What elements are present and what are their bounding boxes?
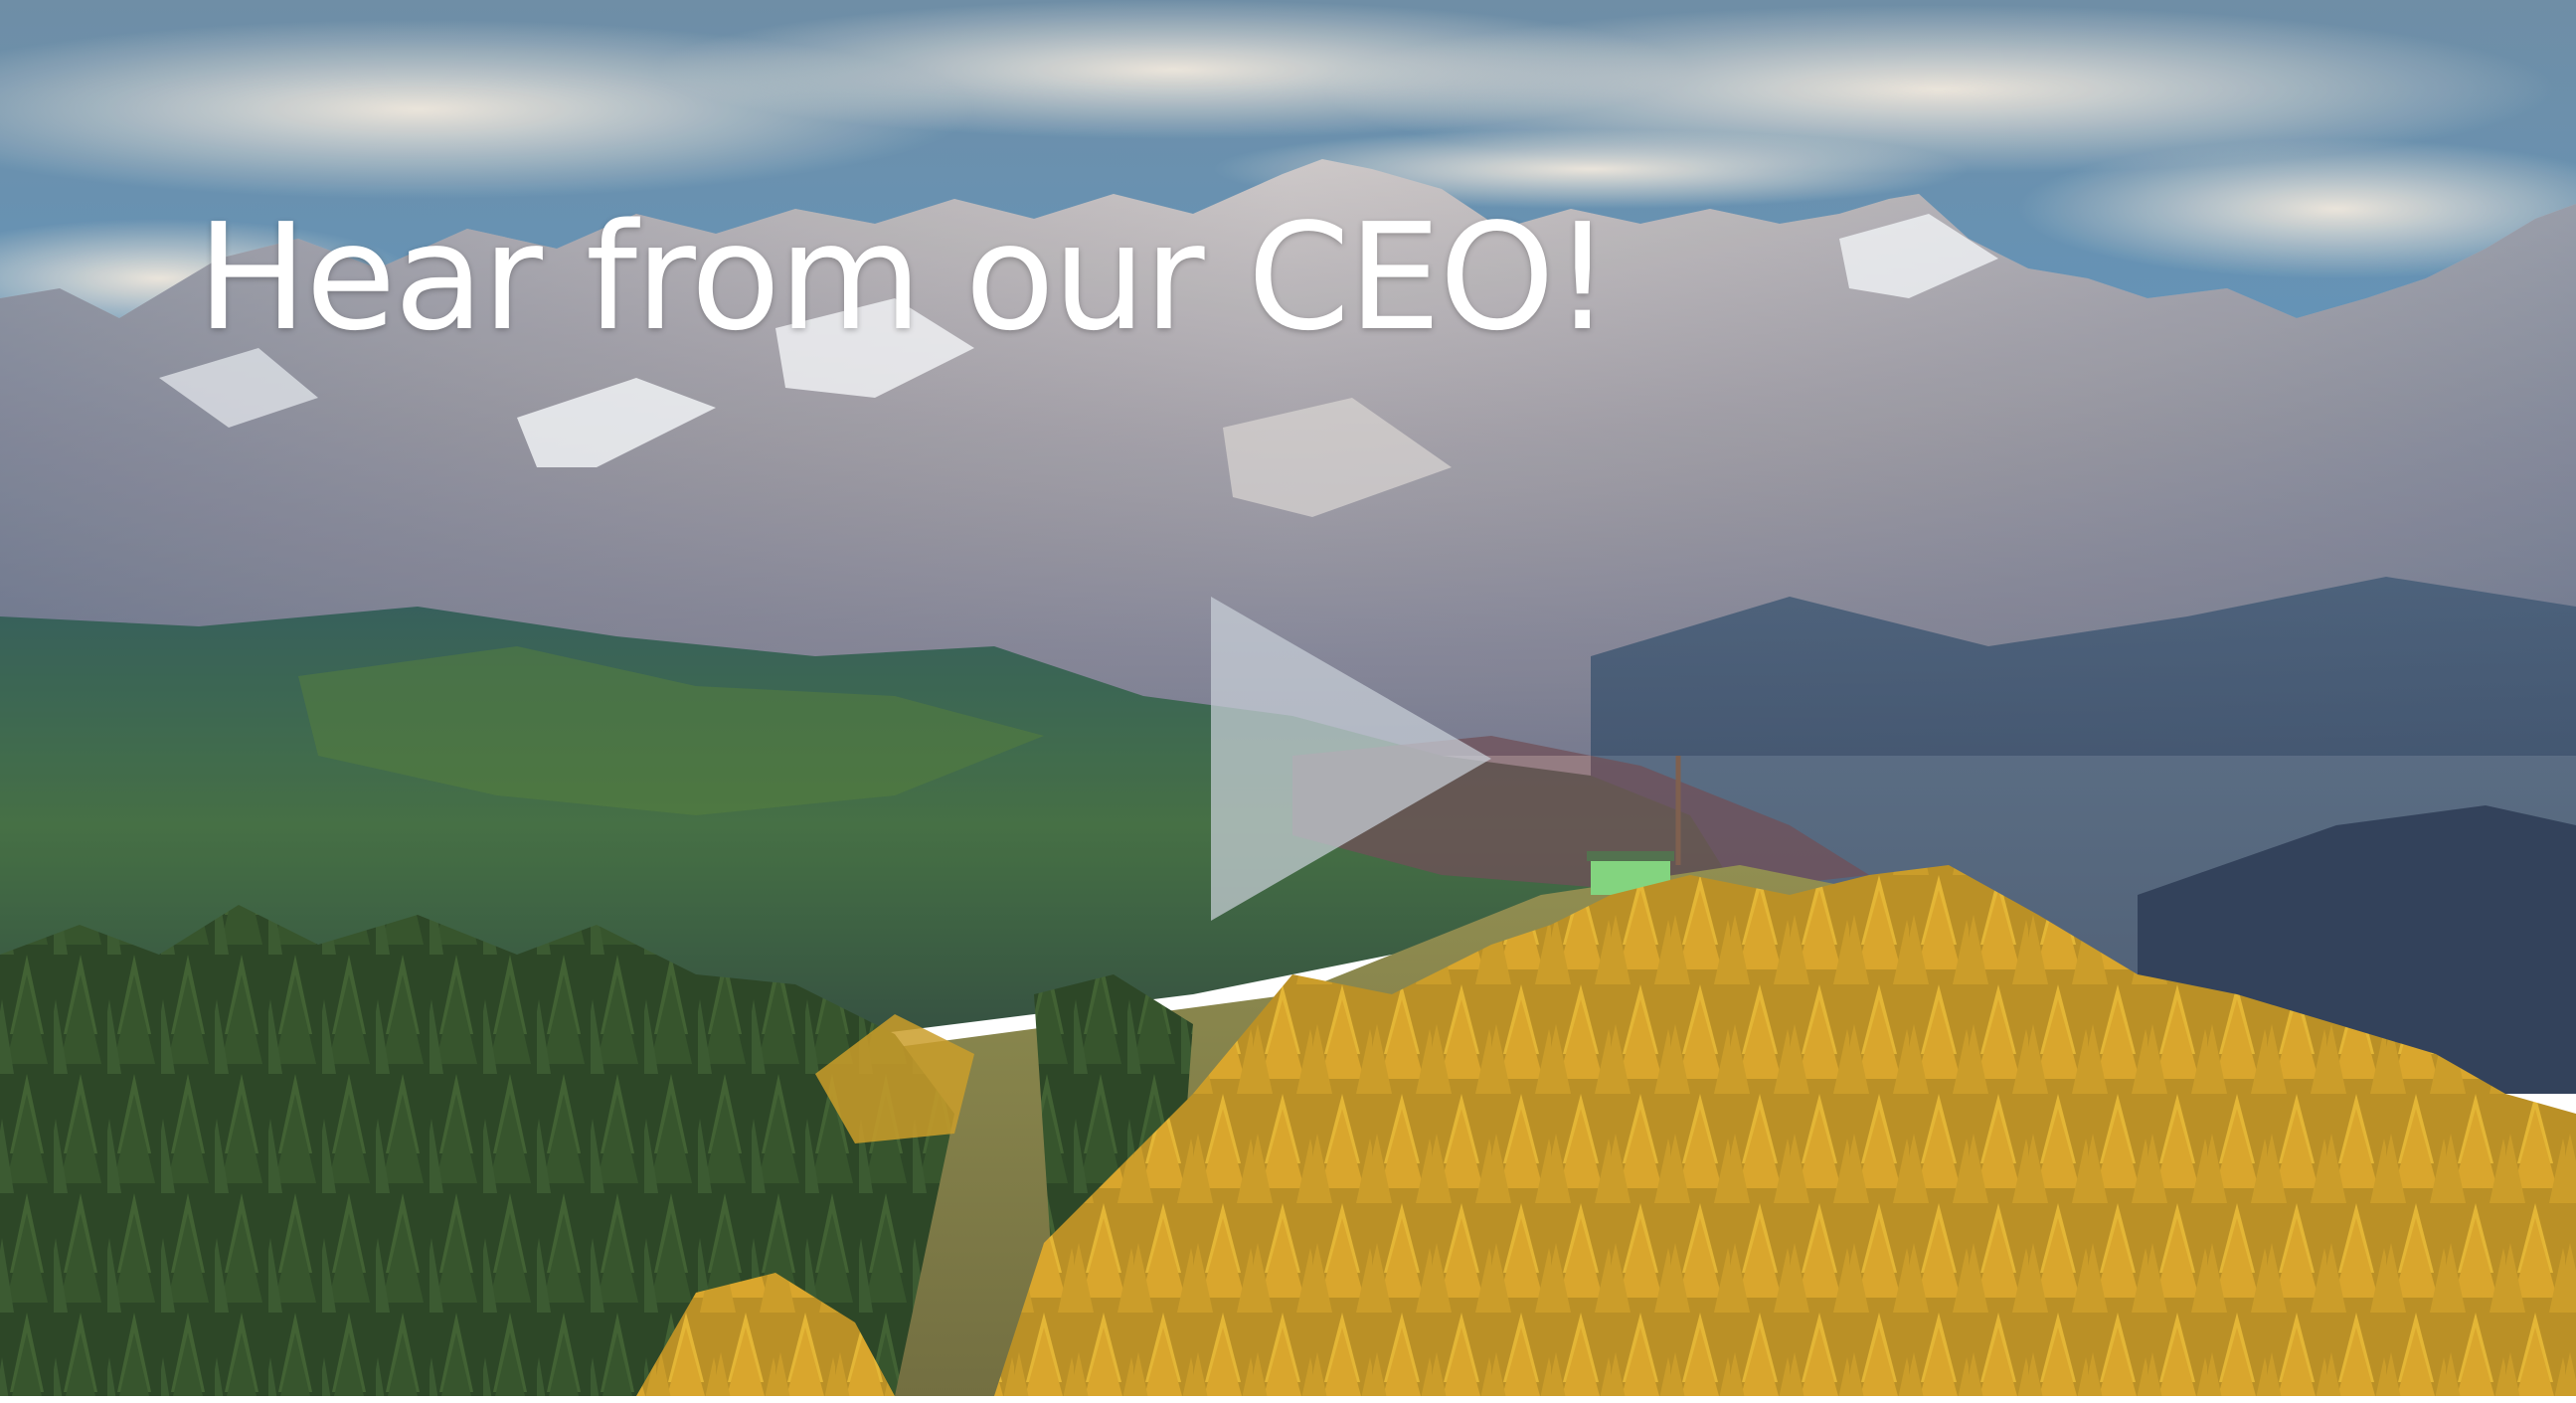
video-thumbnail[interactable]: Hear from our CEO! — [0, 0, 2576, 1396]
play-button[interactable] — [1211, 597, 1491, 921]
video-title-overlay: Hear from our CEO! — [197, 192, 1612, 363]
play-icon — [1211, 597, 1491, 921]
